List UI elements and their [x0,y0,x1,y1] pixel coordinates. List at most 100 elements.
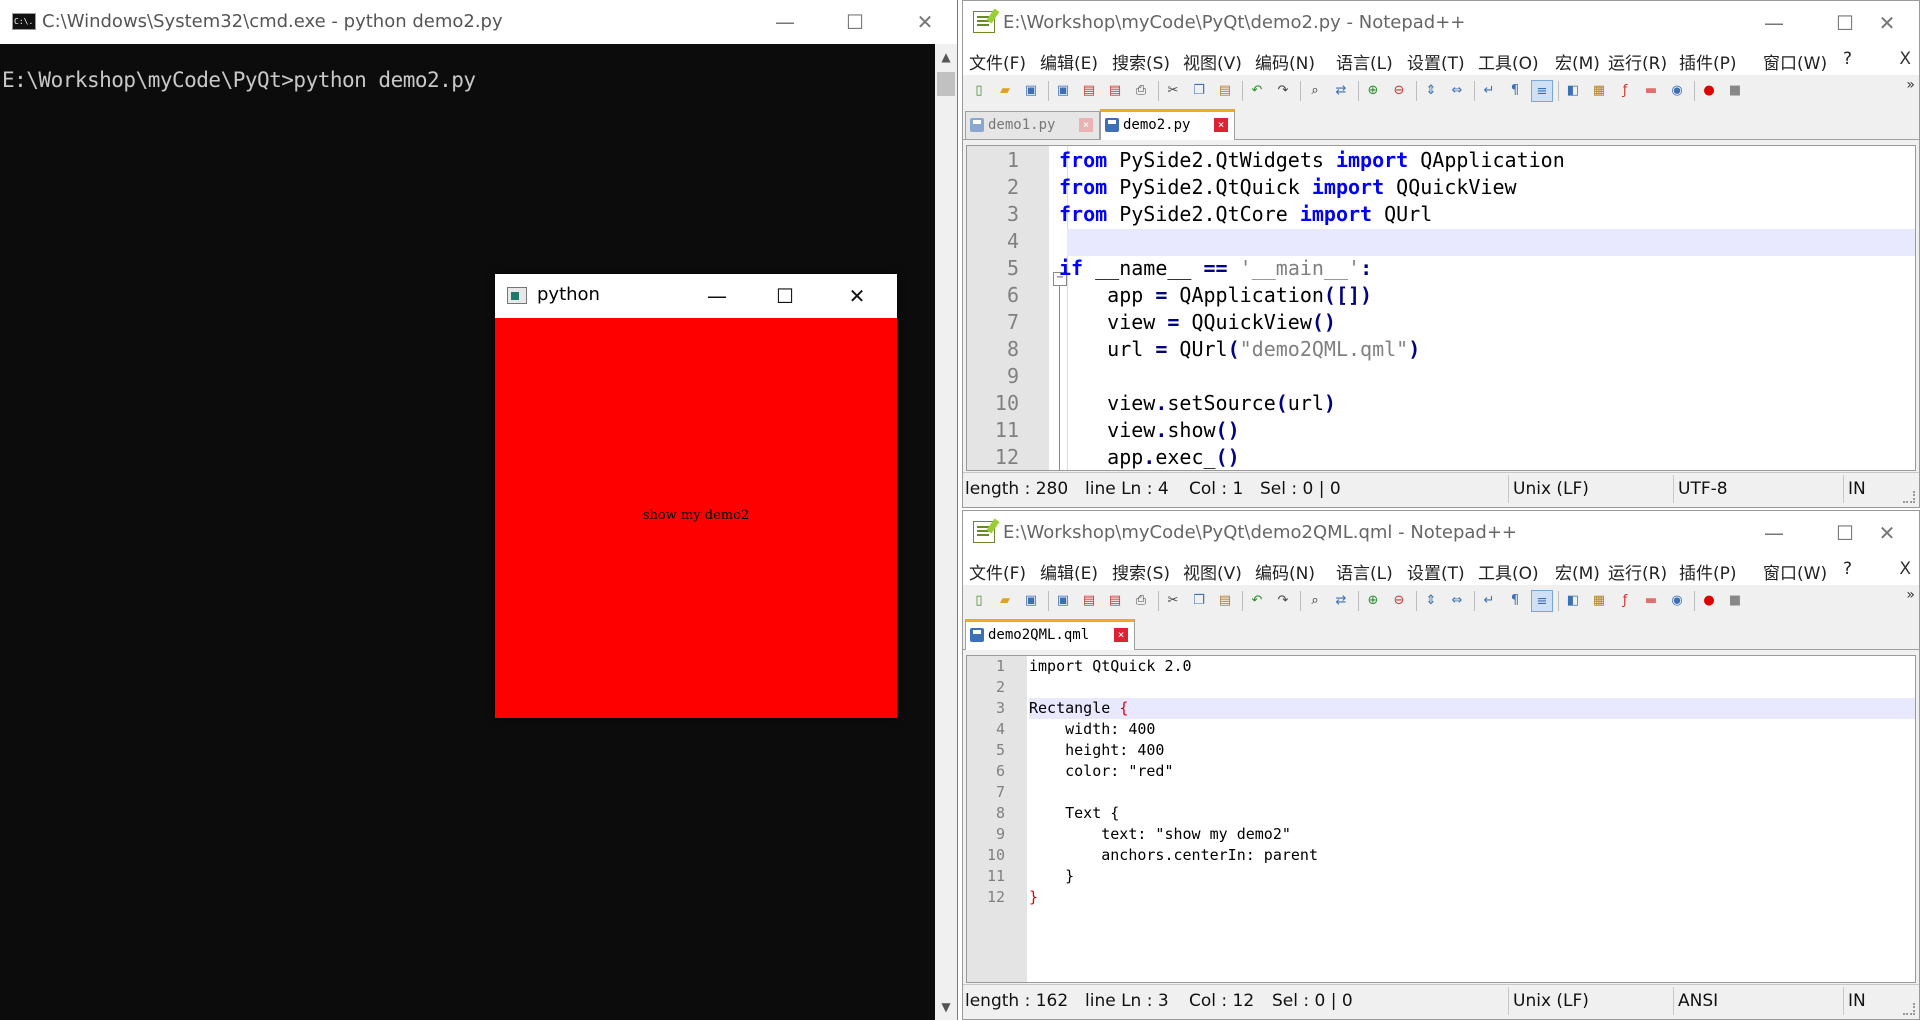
show-all-chars-icon[interactable]: ¶ [1505,80,1525,100]
menu-help[interactable]: ? [1843,559,1852,579]
folder-workspace-icon[interactable]: ▬ [1641,80,1661,100]
menu-view[interactable]: 视图(V) [1183,49,1242,74]
tab-close-icon[interactable]: × [1079,118,1093,132]
scroll-down-arrow-icon[interactable]: ▼ [935,996,957,1018]
tab-demo2py[interactable]: demo2.py × [1100,109,1235,140]
notepadpp-demo2qml-window[interactable]: E:\Workshop\myCode\PyQt\demo2QML.qml - N… [962,510,1920,1020]
menu-plugins[interactable]: 插件(P) [1679,559,1737,584]
sync-vertical-icon[interactable]: ⇕ [1421,590,1441,610]
menu-language[interactable]: 语言(L) [1336,559,1393,584]
python-qml-window[interactable]: python — ☐ ✕ show my demo2 [495,274,897,718]
close-icon[interactable]: ▤ [1079,590,1099,610]
menu-tools[interactable]: 工具(O) [1478,559,1539,584]
show-all-chars-icon[interactable]: ¶ [1505,590,1525,610]
indent-guide-icon[interactable]: ≡ [1531,80,1553,102]
document-map-icon[interactable]: ▦ [1589,80,1609,100]
menu-window[interactable]: 窗口(W) [1763,559,1827,584]
menu-view[interactable]: 视图(V) [1183,559,1242,584]
indent-guide-icon[interactable]: ≡ [1531,590,1553,612]
zoom-out-icon[interactable]: ⊖ [1389,590,1409,610]
menu-tools[interactable]: 工具(O) [1478,49,1539,74]
close-icon[interactable]: ▤ [1079,80,1099,100]
menu-language[interactable]: 语言(L) [1336,49,1393,74]
menu-file[interactable]: 文件(F) [969,49,1026,74]
menu-run[interactable]: 运行(R) [1608,559,1667,584]
print-icon[interactable]: ⎙ [1131,590,1151,610]
menu-encoding[interactable]: 编码(N) [1255,559,1315,584]
npp-minimize-button[interactable]: — [1739,511,1809,555]
npp-close-button[interactable]: ✕ [1852,1,1919,45]
menu-macro[interactable]: 宏(M) [1555,49,1600,74]
monitoring-icon[interactable]: ◉ [1667,590,1687,610]
document-map-icon[interactable]: ▦ [1589,590,1609,610]
menu-search[interactable]: 搜索(S) [1112,49,1170,74]
cmd-maximize-button[interactable]: ☐ [825,0,885,44]
undo-icon[interactable]: ↶ [1247,590,1267,610]
npp-close-button[interactable]: ✕ [1852,511,1919,555]
save-all-icon[interactable]: ▣ [1053,80,1073,100]
menu-help[interactable]: ? [1843,49,1852,69]
python-maximize-button[interactable]: ☐ [757,274,813,318]
python-window-titlebar[interactable]: python — ☐ ✕ [495,274,897,318]
sync-horizontal-icon[interactable]: ⇔ [1447,590,1467,610]
toolbar-overflow-chevron-icon[interactable]: » [1906,77,1915,93]
cmd-minimize-button[interactable]: — [755,0,815,44]
npp-code-editor[interactable]: − 1 from PySide2.QtWidgets import QApplic… [966,145,1916,471]
cut-icon[interactable]: ✂ [1163,80,1183,100]
menu-settings[interactable]: 设置(T) [1407,559,1465,584]
copy-icon[interactable]: ❐ [1189,80,1209,100]
npp-titlebar[interactable]: E:\Workshop\myCode\PyQt\demo2QML.qml - N… [963,511,1919,555]
tab-demo2qml[interactable]: demo2QML.qml × [965,619,1135,650]
word-wrap-icon[interactable]: ↵ [1479,80,1499,100]
zoom-out-icon[interactable]: ⊖ [1389,80,1409,100]
replace-icon[interactable]: ⇄ [1331,590,1351,610]
menu-search[interactable]: 搜索(S) [1112,559,1170,584]
folder-workspace-icon[interactable]: ▬ [1641,590,1661,610]
stop-record-icon[interactable]: ■ [1725,80,1745,100]
new-file-icon[interactable]: ▯ [969,80,989,100]
menu-edit[interactable]: 编辑(E) [1040,49,1098,74]
save-icon[interactable]: ▣ [1021,590,1041,610]
copy-icon[interactable]: ❐ [1189,590,1209,610]
redo-icon[interactable]: ↷ [1273,80,1293,100]
close-all-icon[interactable]: ▤ [1105,80,1125,100]
menu-run[interactable]: 运行(R) [1608,49,1667,74]
menu-close-doc-button[interactable]: X [1899,559,1911,579]
menu-window[interactable]: 窗口(W) [1763,49,1827,74]
cut-icon[interactable]: ✂ [1163,590,1183,610]
function-list-icon[interactable]: ƒ [1615,590,1635,610]
menu-file[interactable]: 文件(F) [969,559,1026,584]
paste-icon[interactable]: ▤ [1215,80,1235,100]
redo-icon[interactable]: ↷ [1273,590,1293,610]
sync-horizontal-icon[interactable]: ⇔ [1447,80,1467,100]
npp-minimize-button[interactable]: — [1739,1,1809,45]
replace-icon[interactable]: ⇄ [1331,80,1351,100]
notepadpp-demo2py-window[interactable]: E:\Workshop\myCode\PyQt\demo2.py - Notep… [962,0,1920,508]
paste-icon[interactable]: ▤ [1215,590,1235,610]
menu-plugins[interactable]: 插件(P) [1679,49,1737,74]
record-macro-icon[interactable]: ● [1699,80,1719,100]
zoom-in-icon[interactable]: ⊕ [1363,80,1383,100]
zoom-in-icon[interactable]: ⊕ [1363,590,1383,610]
scroll-up-arrow-icon[interactable]: ▲ [935,46,957,68]
record-macro-icon[interactable]: ● [1699,590,1719,610]
menu-encoding[interactable]: 编码(N) [1255,49,1315,74]
find-icon[interactable]: ⌕ [1305,80,1325,100]
cmd-close-button[interactable]: ✕ [895,0,955,44]
resize-grip[interactable] [1903,491,1915,503]
word-wrap-icon[interactable]: ↵ [1479,590,1499,610]
monitoring-icon[interactable]: ◉ [1667,80,1687,100]
sync-vertical-icon[interactable]: ⇕ [1421,80,1441,100]
open-file-icon[interactable]: ▰ [995,80,1015,100]
find-icon[interactable]: ⌕ [1305,590,1325,610]
language-icon[interactable]: ◧ [1563,590,1583,610]
new-file-icon[interactable]: ▯ [969,590,989,610]
menu-settings[interactable]: 设置(T) [1407,49,1465,74]
python-minimize-button[interactable]: — [689,274,745,318]
tab-close-icon[interactable]: × [1114,628,1128,642]
menu-close-doc-button[interactable]: X [1899,49,1911,69]
save-all-icon[interactable]: ▣ [1053,590,1073,610]
tab-demo1py[interactable]: demo1.py × [965,111,1100,139]
undo-icon[interactable]: ↶ [1247,80,1267,100]
npp-code-editor[interactable]: 1 import QtQuick 2.0 2 3 Rectangle { 4 wid… [966,655,1916,983]
